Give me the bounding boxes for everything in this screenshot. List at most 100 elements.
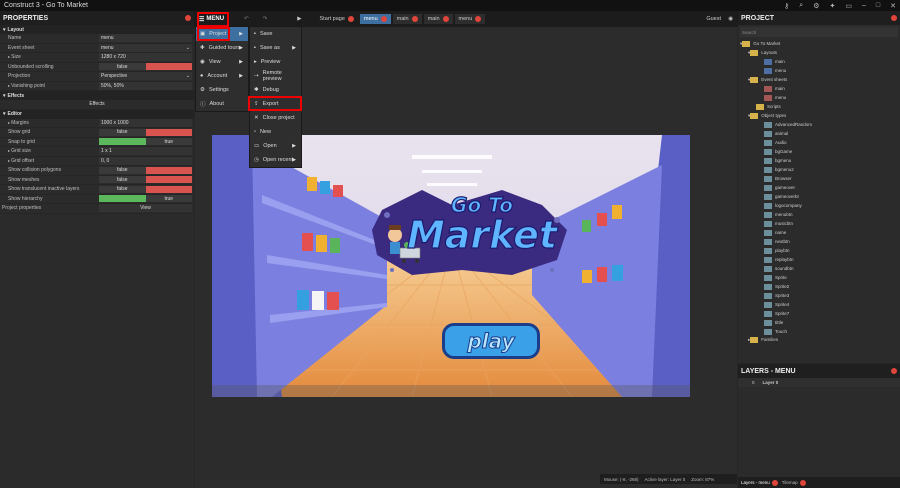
show-grid-toggle[interactable]: false <box>99 128 192 136</box>
close-tab-icon[interactable] <box>347 16 354 22</box>
properties-close-icon[interactable] <box>185 15 191 21</box>
tree-object-item[interactable]: AdvancedRandom <box>738 120 900 129</box>
vanishing-field[interactable]: 50%, 50% <box>99 81 192 90</box>
tree-event-sheets-folder[interactable]: ▾ Event sheets <box>738 75 900 84</box>
tree-event-sheet-item[interactable]: main <box>738 84 900 93</box>
tree-object-item[interactable]: gameover <box>738 183 900 192</box>
key-icon[interactable]: ⚷ <box>784 2 789 10</box>
account-icon[interactable]: ◉ <box>728 16 733 22</box>
tree-object-item[interactable]: menubtn <box>738 210 900 219</box>
menu-item-preview[interactable]: ▸ Preview <box>250 55 301 69</box>
layout-section[interactable]: ▾ Layout <box>0 25 194 34</box>
hierarchy-toggle[interactable]: true <box>99 195 192 203</box>
grid-offset-field[interactable]: 0, 0 <box>99 156 192 165</box>
tab-tilemap[interactable]: Tilemap <box>782 479 806 486</box>
close-tab-icon[interactable] <box>380 16 387 22</box>
tree-object-item[interactable]: Sprite <box>738 273 900 282</box>
play-icon[interactable]: ▶ <box>297 16 301 22</box>
tree-object-item[interactable]: playbtn <box>738 246 900 255</box>
redo-icon[interactable]: ↷ <box>263 16 268 22</box>
maximize-icon[interactable]: □ <box>876 2 880 9</box>
tree-layout-item[interactable]: main <box>738 57 900 66</box>
menu-item-settings[interactable]: ⚙ Settings <box>196 83 248 97</box>
close-tab-icon[interactable] <box>442 16 449 22</box>
close-tab-icon[interactable] <box>799 479 806 486</box>
menu-item-view[interactable]: ◉ View ▶ <box>196 55 248 69</box>
tree-object-item[interactable]: Sprite2 <box>738 282 900 291</box>
tree-object-item[interactable]: logocompany <box>738 201 900 210</box>
tree-object-item[interactable]: nextbtn <box>738 237 900 246</box>
tree-object-item[interactable]: Audio <box>738 138 900 147</box>
tree-object-item[interactable]: Sprite4 <box>738 300 900 309</box>
tree-object-item[interactable]: gameoverbt <box>738 192 900 201</box>
addon-icon[interactable]: ✦ <box>829 2 835 10</box>
tree-object-item[interactable]: replaybtn <box>738 255 900 264</box>
margins-field[interactable]: 1000 x 1000 <box>99 118 192 127</box>
menu-item-save-as[interactable]: ▪ Save as ▶ <box>250 41 301 55</box>
tree-object-item[interactable]: tittle <box>738 318 900 327</box>
close-tab-icon[interactable] <box>475 16 482 22</box>
tree-object-item[interactable]: soundbtn <box>738 264 900 273</box>
menu-item-open-recent[interactable]: ◷ Open recent ▶ <box>250 153 301 167</box>
menu-item-account[interactable]: ● Account ▶ <box>196 69 248 83</box>
tree-object-item[interactable]: Sprite3 <box>738 291 900 300</box>
tab-main-events[interactable]: main <box>423 14 453 24</box>
minimize-icon[interactable]: – <box>862 2 866 9</box>
undo-icon[interactable]: ↶ <box>244 16 249 22</box>
unbounded-toggle[interactable]: false <box>99 63 192 71</box>
tree-object-types-folder[interactable]: ▾ Object types <box>738 111 900 120</box>
panel-icon[interactable]: ▭ <box>845 2 852 10</box>
event-sheet-select[interactable]: menu ⌄ <box>99 43 192 52</box>
tree-object-item[interactable]: musicbtn <box>738 219 900 228</box>
menu-item-close-project[interactable]: ✕ Close project <box>250 111 301 125</box>
project-close-icon[interactable] <box>891 15 897 21</box>
tab-main-layout[interactable]: main <box>392 14 422 24</box>
tree-object-item[interactable]: bgmenu <box>738 156 900 165</box>
tree-layout-item[interactable]: menu <box>738 66 900 75</box>
tree-event-sheet-item[interactable]: menu <box>738 93 900 102</box>
menu-item-open[interactable]: ▭ Open ▶ <box>250 139 301 153</box>
tree-scripts-folder[interactable]: Scripts <box>738 102 900 111</box>
meshes-toggle[interactable]: false <box>99 176 192 184</box>
menu-item-debug[interactable]: ✱ Debug <box>250 83 301 97</box>
menu-item-save[interactable]: ▪ Save <box>250 27 301 41</box>
tree-root[interactable]: ▾ Go To Market <box>738 39 900 48</box>
effects-section[interactable]: ▾ Effects <box>0 91 194 100</box>
tree-object-item[interactable]: Touch <box>738 327 900 335</box>
name-field[interactable]: menu <box>99 34 192 43</box>
tab-menu-layout[interactable]: menu <box>359 14 391 24</box>
tree-object-item[interactable]: bgGame <box>738 147 900 156</box>
menu-item-remote-preview[interactable]: ⇢ Remote preview <box>250 69 301 83</box>
collision-toggle[interactable]: false <box>99 166 192 174</box>
effects-button[interactable]: Effects <box>89 101 104 107</box>
project-search[interactable]: Search <box>740 27 898 37</box>
tree-object-item[interactable]: name <box>738 228 900 237</box>
guest-label[interactable]: Guest <box>706 16 721 22</box>
close-tab-icon[interactable] <box>771 479 778 486</box>
tree-object-item[interactable]: Browser <box>738 174 900 183</box>
close-tab-icon[interactable] <box>411 16 418 22</box>
tab-menu-events[interactable]: menu <box>454 14 486 24</box>
project-properties-button[interactable]: View <box>99 204 192 213</box>
tree-object-item[interactable]: bgmenu2 <box>738 165 900 174</box>
tree-layouts-folder[interactable]: ▾ Layouts <box>738 48 900 57</box>
layers-close-icon[interactable] <box>891 368 897 374</box>
tree-object-item[interactable]: Sprite7 <box>738 309 900 318</box>
grid-size-field[interactable]: 1 x 1 <box>99 147 192 156</box>
tree-families-folder[interactable]: ▸ Families <box>738 335 900 344</box>
search-icon[interactable]: ⌕ <box>799 2 803 10</box>
play-button[interactable]: play <box>442 323 540 359</box>
snap-toggle[interactable]: true <box>99 138 192 146</box>
settings-icon[interactable]: ⚙ <box>813 2 819 10</box>
translucent-toggle[interactable]: false <box>99 185 192 193</box>
tab-layers[interactable]: Layers - menu <box>741 479 778 486</box>
menu-item-guided-tours[interactable]: ✚ Guided tours ▶ <box>196 41 248 55</box>
layout-canvas[interactable]: Go To Market play <box>212 135 690 397</box>
menu-item-about[interactable]: ⓘ About <box>196 97 248 111</box>
menu-item-new[interactable]: ▫ New <box>250 125 301 139</box>
layer-row[interactable]: 0 Layer 0 <box>738 378 900 387</box>
start-page-tab[interactable]: Start page <box>316 14 358 24</box>
size-field[interactable]: 1280 x 720 <box>99 53 192 62</box>
projection-select[interactable]: Perspective ⌄ <box>99 72 192 81</box>
close-icon[interactable]: ✕ <box>890 2 896 10</box>
